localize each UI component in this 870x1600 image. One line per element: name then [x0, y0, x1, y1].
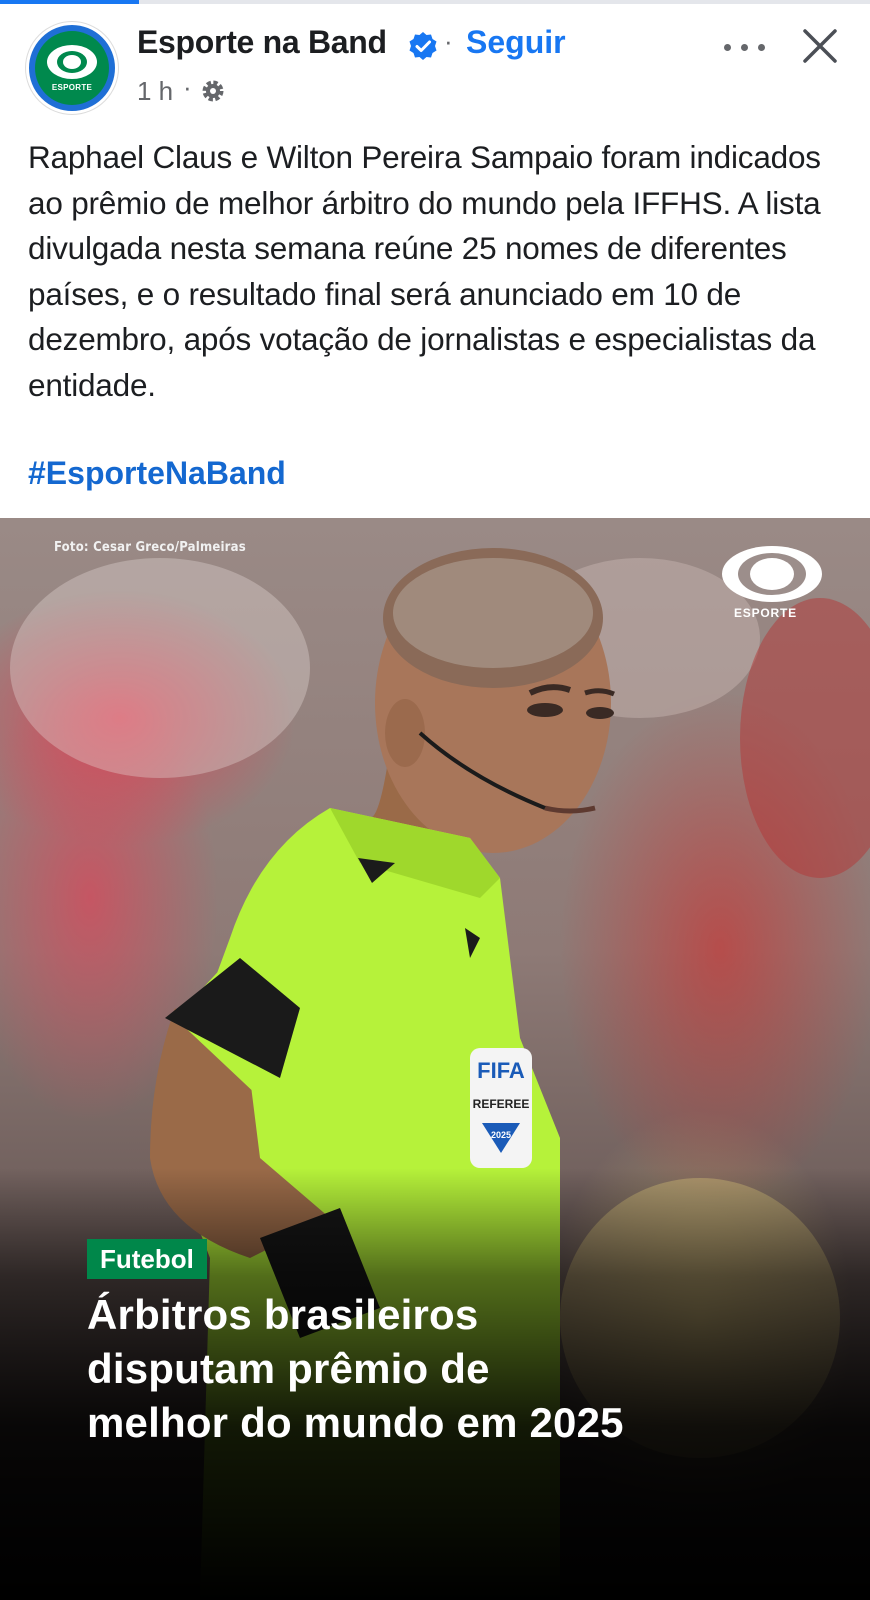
badge-referee-text: REFEREE: [473, 1097, 530, 1111]
image-headline: Árbitros brasileiros disputam prêmio de …: [87, 1288, 787, 1450]
post-image[interactable]: FIFA REFEREE 2025 Foto: Cesar Greco/Palm…: [0, 518, 870, 1600]
meta-separator: ·: [183, 72, 192, 102]
headline-line: disputam prêmio de: [87, 1345, 490, 1392]
post-time[interactable]: 1 h: [137, 76, 173, 107]
avatar-label: ESPORTE: [51, 83, 93, 92]
page-avatar[interactable]: ESPORTE: [26, 22, 118, 114]
verified-icon: [409, 32, 437, 60]
more-options-button[interactable]: [722, 26, 768, 66]
badge-year-text: 2025: [491, 1130, 511, 1140]
headline-line: Árbitros brasileiros: [87, 1291, 479, 1338]
page-name[interactable]: Esporte na Band: [137, 24, 387, 61]
header-separator: ·: [444, 26, 453, 56]
hashtag-link[interactable]: #EsporteNaBand: [28, 455, 286, 492]
post-header: ESPORTE Esporte na Band · Seguir 1 h ·: [0, 4, 870, 124]
headline-line: melhor do mundo em 2025: [87, 1399, 624, 1446]
brand-label: ESPORTE: [734, 606, 797, 620]
badge-fifa-text: FIFA: [477, 1058, 525, 1083]
category-badge: Futebol: [87, 1239, 207, 1279]
post-body-text: Raphael Claus e Wilton Pereira Sampaio f…: [28, 139, 821, 403]
follow-button[interactable]: Seguir: [466, 24, 566, 61]
band-logo-icon: [47, 45, 97, 79]
globe-icon: [202, 80, 224, 102]
image-credit: Foto: Cesar Greco/Palmeiras: [54, 540, 246, 555]
close-icon[interactable]: [800, 26, 840, 66]
